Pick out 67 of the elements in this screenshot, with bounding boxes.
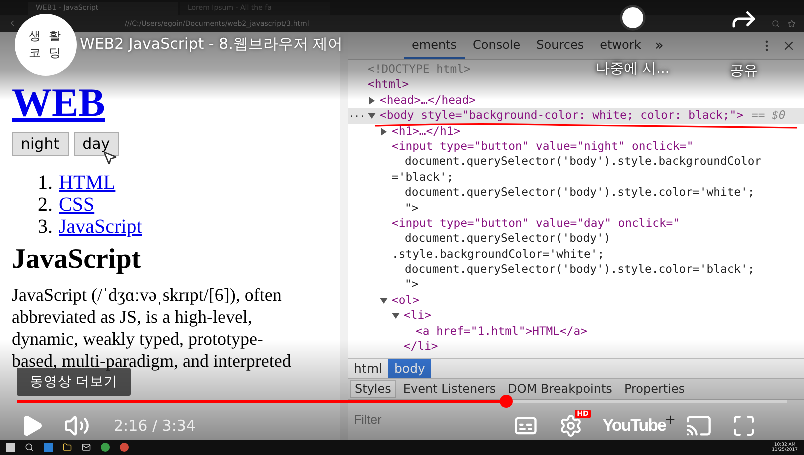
page-heading-link[interactable]: WEB (12, 80, 106, 126)
code-line: <!DOCTYPE html> (368, 62, 471, 76)
list-link[interactable]: CSS (59, 194, 95, 216)
page-button[interactable]: day (74, 132, 120, 156)
devtools-tab[interactable]: Console (465, 32, 529, 59)
code-line: "> (405, 200, 419, 215)
panel-tab[interactable]: Properties (619, 380, 690, 398)
section-heading: JavaScript (12, 244, 142, 276)
code-line: document.querySelector('body').style.color='black'; (405, 262, 755, 276)
star-icon[interactable] (788, 20, 796, 28)
code-line: document.querySelector('body').style.color='white'; (405, 185, 755, 200)
code-line: ='black'; (392, 170, 454, 184)
code-line: document.querySelector('body').style.backgroundColor (405, 154, 762, 168)
code-line: <h1>…</h1> (392, 124, 461, 138)
paragraph-line: dynamic, weakly typed, prototype- (12, 328, 264, 350)
code-line: </li> (404, 339, 438, 354)
code-line: .style.backgroundColor='white'; (392, 246, 605, 261)
list-number: 2. (38, 194, 53, 216)
expanded-triangle-icon[interactable] (392, 312, 400, 320)
collapsed-triangle-icon[interactable] (380, 128, 388, 136)
round-app-icon[interactable] (120, 443, 129, 452)
code-line: <input type="button" value="day" onclick=" (392, 216, 680, 230)
breadcrumb[interactable]: body (388, 359, 432, 378)
ellipsis-text: ... (349, 109, 366, 122)
filter-field[interactable]: Filter (352, 412, 472, 428)
code-line: <body style="background-color: white; color: black;"> (380, 108, 744, 122)
zoom-icon[interactable] (772, 20, 780, 28)
code-line: "> (405, 277, 419, 292)
more-tabs-button[interactable]: » (655, 38, 664, 54)
page-button[interactable]: night (12, 132, 69, 156)
paragraph-line: abbreviated as JS, is a high-level, (12, 306, 252, 328)
code-line: <a href="1.html">HTML</a> (416, 324, 588, 338)
paragraph-line: JavaScript (/ˈdʒɑːvəˌskrɪpt/[6]), often (12, 284, 282, 306)
mail-icon[interactable] (82, 443, 91, 452)
progress-track[interactable] (17, 400, 787, 403)
video-title[interactable]: WEB2 JavaScript - 8.웹브라우저 제어 (80, 35, 344, 54)
code-line: <html> (368, 77, 410, 92)
back-icon[interactable] (8, 19, 17, 28)
code-line: <li> (404, 308, 432, 322)
panel-tab[interactable]: Event Listeners (398, 380, 502, 398)
panel-tab[interactable]: DOM Breakpoints (503, 380, 618, 398)
collapsed-triangle-icon[interactable] (368, 96, 376, 105)
video-time: 2:16 / 3:34 (114, 417, 196, 435)
list-link[interactable]: JavaScript (59, 216, 142, 238)
devtools-tab[interactable]: ements (404, 32, 466, 59)
panel-tab[interactable]: Styles (350, 380, 396, 398)
list-link[interactable]: HTML (59, 172, 116, 194)
more-videos-button[interactable]: 동영상 더보기 (17, 368, 131, 396)
code-line: <ol> (392, 292, 420, 307)
circle-app-icon[interactable] (101, 443, 110, 452)
code-line: document.querySelector('body') (405, 231, 611, 246)
search-icon[interactable] (25, 443, 34, 452)
start-icon[interactable] (6, 443, 15, 452)
expanded-triangle-icon[interactable] (380, 296, 388, 305)
devtools-tab[interactable]: etwork (592, 32, 650, 59)
fullscreen-icon[interactable] (732, 414, 756, 438)
selection-marker: == $0 (751, 108, 786, 122)
settings-icon[interactable] (558, 414, 583, 438)
expanded-triangle-icon[interactable] (368, 112, 376, 120)
filter-tool[interactable]: + (665, 412, 676, 428)
devtools-tab[interactable]: Sources (528, 32, 592, 59)
code-line: <head>…</head> (380, 92, 476, 107)
folder-icon[interactable] (63, 443, 72, 452)
list-number: 1. (38, 172, 53, 194)
list-number: 3. (38, 216, 53, 238)
breadcrumb[interactable]: html (348, 359, 388, 378)
code-line: <input type="button" value="night" onclick=" (392, 138, 694, 153)
